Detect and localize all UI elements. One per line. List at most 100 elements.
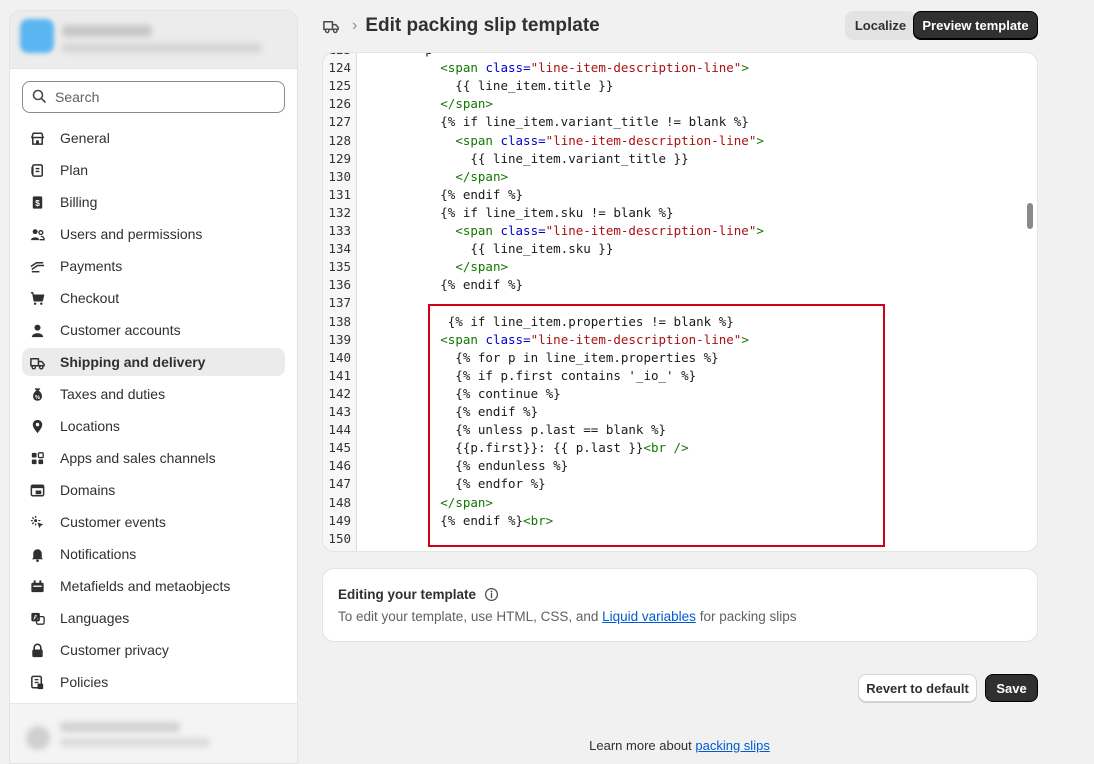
svg-text:A: A [33,614,38,621]
liquid-variables-link[interactable]: Liquid variables [602,609,696,624]
code-text[interactable]: {% if line_item.variant_title != blank %… [365,113,749,131]
sidebar-item-customer-privacy[interactable]: Customer privacy [22,636,285,664]
code-line[interactable]: 124 <span class="line-item-description-l… [323,59,1037,77]
code-text[interactable]: {{p.first}}: {{ p.last }}<br /> [365,439,688,457]
save-button[interactable]: Save [985,674,1038,702]
truck-icon[interactable] [322,16,342,36]
sidebar-item-plan[interactable]: Plan [22,156,285,184]
info-title: Editing your template [338,587,477,602]
code-text[interactable]: {% endunless %} [365,457,568,475]
sidebar-item-languages[interactable]: A Languages [22,604,285,632]
store-switcher[interactable] [10,11,297,69]
code-text[interactable]: {{ line_item.sku }} [365,240,613,258]
sidebar-item-payments[interactable]: Payments [22,252,285,280]
code-text[interactable]: </span> [365,258,508,276]
code-text[interactable]: {{ line_item.variant_title }} [365,150,688,168]
code-text[interactable]: {% unless p.last == blank %} [365,421,666,439]
code-text[interactable]: {% endfor %} [365,475,545,493]
code-line[interactable]: 129 {{ line_item.variant_title }} [323,150,1037,168]
code-line[interactable]: 134 {{ line_item.sku }} [323,240,1037,258]
code-line[interactable]: 126 </span> [323,95,1037,113]
sidebar-item-customer-events[interactable]: Customer events [22,508,285,536]
localize-button[interactable]: Localize [845,11,916,40]
code-editor[interactable]: 123 p124 <span class="line-item-descript… [322,52,1038,552]
code-text[interactable]: {% for p in line_item.properties %} [365,349,718,367]
sidebar-item-notifications[interactable]: Notifications [22,540,285,568]
code-line[interactable]: 139 <span class="line-item-description-l… [323,331,1037,349]
sidebar-item-shipping-and-delivery[interactable]: Shipping and delivery [22,348,285,376]
code-line[interactable]: 137 [323,294,1037,312]
sidebar-item-checkout[interactable]: Checkout [22,284,285,312]
code-line[interactable]: 131 {% endif %} [323,186,1037,204]
sidebar-item-domains[interactable]: Domains [22,476,285,504]
sidebar-item-apps-and-sales-channels[interactable]: Apps and sales channels [22,444,285,472]
code-text[interactable]: <span class="line-item-description-line"… [365,59,749,77]
code-line[interactable]: 141 {% if p.first contains '_io_' %} [323,367,1037,385]
page-title: Edit packing slip template [365,15,600,36]
code-text[interactable]: <span class="line-item-description-line"… [365,132,764,150]
code-line[interactable]: 133 <span class="line-item-description-l… [323,222,1037,240]
code-line[interactable]: 123 p [323,53,1037,59]
code-line[interactable]: 144 {% unless p.last == blank %} [323,421,1037,439]
code-line[interactable]: 149 {% endif %}<br> [323,512,1037,530]
sidebar-item-locations[interactable]: Locations [22,412,285,440]
code-text[interactable]: p [365,53,433,59]
code-line[interactable]: 132 {% if line_item.sku != blank %} [323,204,1037,222]
code-text[interactable]: </span> [365,168,508,186]
code-text[interactable]: {% if p.first contains '_io_' %} [365,367,696,385]
editing-info-card: Editing your template To edit your templ… [322,568,1038,642]
code-text[interactable]: {% if line_item.properties != blank %} [365,313,734,331]
line-number: 138 [328,313,351,329]
code-line[interactable]: 140 {% for p in line_item.properties %} [323,349,1037,367]
code-text[interactable]: {% if line_item.sku != blank %} [365,204,673,222]
code-line[interactable]: 130 </span> [323,168,1037,186]
revert-to-default-button[interactable]: Revert to default [858,674,977,702]
line-number: 145 [328,440,351,456]
sidebar-item-billing[interactable]: $ Billing [22,188,285,216]
bell-icon [28,545,46,563]
sidebar-item-label: Locations [60,418,120,434]
code-line[interactable]: 143 {% endif %} [323,403,1037,421]
line-number: 128 [328,132,351,148]
packing-slips-link[interactable]: packing slips [695,738,769,753]
search-input[interactable] [55,89,275,105]
code-line[interactable]: 147 {% endfor %} [323,475,1037,493]
sidebar-item-policies[interactable]: Policies [22,668,285,696]
code-line[interactable]: 127 {% if line_item.variant_title != bla… [323,113,1037,131]
info-text: To edit your template, use HTML, CSS, an… [338,609,603,624]
code-line[interactable]: 142 {% continue %} [323,385,1037,403]
code-line[interactable]: 136 {% endif %} [323,276,1037,294]
account-footer[interactable] [10,703,297,763]
sidebar-item-label: Policies [60,674,109,690]
code-text[interactable]: </span> [365,95,493,113]
code-text[interactable]: <span class="line-item-description-line"… [365,331,749,349]
editor-scrollbar[interactable] [1027,203,1033,229]
code-line[interactable]: 138 {% if line_item.properties != blank … [323,313,1037,331]
preview-template-button[interactable]: Preview template [913,11,1038,40]
code-text[interactable]: {{ line_item.title }} [365,77,613,95]
sidebar-item-general[interactable]: General [22,124,285,152]
line-number: 139 [328,331,351,347]
sidebar-item-customer-accounts[interactable]: Customer accounts [22,316,285,344]
domains-icon [28,481,46,499]
code-text[interactable]: {% endif %}<br> [365,512,553,530]
code-line[interactable]: 148 </span> [323,494,1037,512]
sidebar-item-metafields-and-metaobjects[interactable]: Metafields and metaobjects [22,572,285,600]
info-icon[interactable] [484,587,499,602]
code-text[interactable]: {% continue %} [365,385,560,403]
code-text[interactable]: {% endif %} [365,276,523,294]
sidebar-item-users-and-permissions[interactable]: Users and permissions [22,220,285,248]
code-line[interactable]: 150 [323,530,1037,548]
code-line[interactable]: 135 </span> [323,258,1037,276]
code-text[interactable]: {% endif %} [365,403,538,421]
code-text[interactable]: {% endif %} [365,186,523,204]
learn-more: Learn more about packing slips [0,738,1094,753]
code-line[interactable]: 125 {{ line_item.title }} [323,77,1037,95]
code-text[interactable]: </span> [365,494,493,512]
code-line[interactable]: 128 <span class="line-item-description-l… [323,132,1037,150]
code-text[interactable]: <span class="line-item-description-line"… [365,222,764,240]
code-line[interactable]: 145 {{p.first}}: {{ p.last }}<br /> [323,439,1037,457]
sidebar-item-taxes-and-duties[interactable]: % Taxes and duties [22,380,285,408]
code-line[interactable]: 146 {% endunless %} [323,457,1037,475]
settings-search[interactable] [22,81,285,113]
